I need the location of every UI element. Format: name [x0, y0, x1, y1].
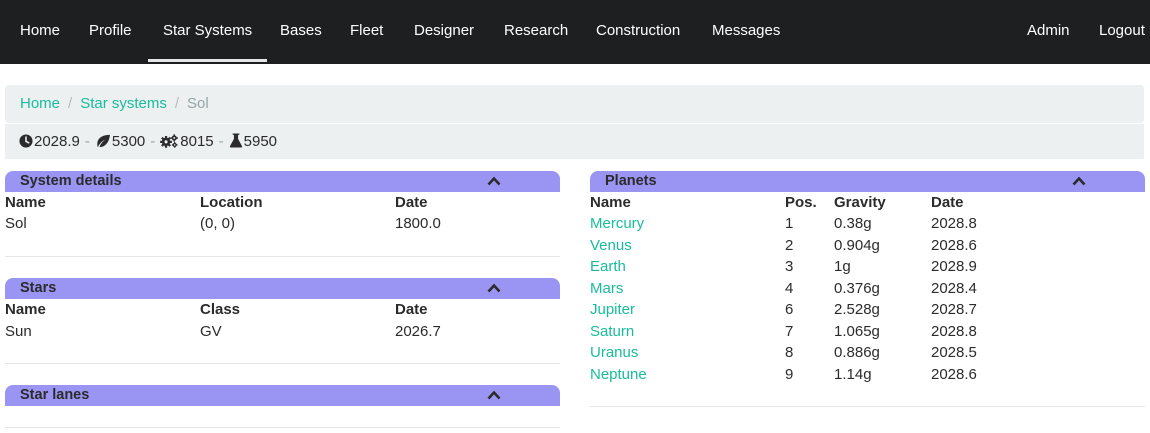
planet-gravity: 0.38g [834, 215, 872, 232]
column-header: Pos. [785, 194, 817, 211]
nav-home[interactable]: Home [20, 0, 60, 62]
planet-date: 2028.7 [931, 301, 977, 318]
planet-position: 1 [785, 215, 794, 232]
research-value: 5950 [243, 133, 278, 150]
column-header: Date [931, 194, 964, 211]
column-header: Name [5, 194, 46, 211]
column-header: Date [395, 301, 428, 318]
planet-gravity: 1.065g [834, 322, 880, 340]
planet-name-link[interactable]: Uranus [590, 344, 638, 361]
flask-icon [229, 133, 242, 148]
planet-position: 2 [785, 236, 794, 254]
divider [5, 363, 560, 364]
clock-icon [19, 134, 33, 148]
panel-title: System details [20, 173, 122, 189]
planet-name-link[interactable]: Earth [590, 258, 626, 275]
planet-position: 9 [785, 365, 794, 383]
breadcrumb-separator: / [68, 95, 73, 112]
system-details-header[interactable]: System details [5, 171, 560, 192]
planet-gravity: 0.904g [834, 236, 880, 254]
planet-name-link[interactable]: Mercury [590, 215, 644, 232]
planet-name-link[interactable]: Mars [590, 280, 623, 297]
planet-position: 3 [785, 258, 794, 275]
breadcrumb-separator: / [174, 95, 180, 112]
stars-header[interactable]: Stars [5, 278, 560, 299]
nav-research[interactable]: Research [504, 0, 568, 62]
top-navbar: Home Profile Star Systems Bases Fleet De… [0, 0, 1150, 64]
planets-header[interactable]: Planets [590, 171, 1145, 192]
gears-icon [160, 134, 179, 148]
divider [5, 256, 560, 257]
chevron-up-icon[interactable] [1072, 175, 1086, 187]
column-header: Date [395, 194, 428, 211]
planet-gravity: 1.14g [834, 365, 872, 383]
chevron-up-icon[interactable] [487, 389, 501, 401]
panel-title: Planets [605, 173, 657, 189]
planet-position: 6 [785, 301, 794, 318]
star-lanes-header[interactable]: Star lanes [5, 385, 560, 406]
planet-date: 2028.8 [931, 322, 977, 340]
nav-bases[interactable]: Bases [280, 0, 322, 62]
planet-date: 2028.9 [931, 258, 977, 275]
leaf-icon [97, 134, 110, 148]
breadcrumb-star-systems[interactable]: Star systems [80, 95, 167, 112]
planet-date: 2028.8 [931, 215, 977, 232]
star-class: GV [200, 323, 222, 340]
nav-logout[interactable]: Logout [1099, 0, 1145, 62]
planet-position: 8 [785, 344, 794, 361]
planet-gravity: 2.528g [834, 301, 880, 318]
panel-title: Star lanes [20, 387, 90, 403]
system-location: (0, 0) [200, 215, 236, 232]
game-date: 2028.9 [34, 133, 80, 150]
star-name: Sun [5, 323, 32, 340]
planet-date: 2028.4 [931, 279, 977, 297]
breadcrumb-current: Sol [187, 95, 209, 112]
breadcrumb-home[interactable]: Home [20, 95, 60, 112]
column-header: Name [5, 301, 46, 318]
planet-gravity: 0.886g [834, 344, 880, 361]
nav-star-systems[interactable]: Star Systems [147, 0, 268, 62]
nav-designer[interactable]: Designer [414, 0, 474, 62]
star-date: 2026.7 [395, 323, 441, 340]
food-value: 5300 [111, 133, 146, 150]
system-date: 1800.0 [395, 215, 441, 232]
planet-name-link[interactable]: Jupiter [590, 301, 635, 318]
nav-construction[interactable]: Construction [596, 0, 680, 62]
planet-name-link[interactable]: Neptune [590, 366, 647, 383]
chevron-up-icon[interactable] [487, 175, 501, 187]
info-separator: - [84, 133, 90, 150]
column-header: Location [200, 194, 263, 211]
nav-messages[interactable]: Messages [712, 0, 780, 62]
planet-position: 7 [785, 322, 794, 340]
divider [590, 406, 1145, 407]
column-header: Gravity [834, 194, 886, 211]
breadcrumb: Home / Star systems / Sol [5, 85, 1144, 123]
planet-name-link[interactable]: Venus [590, 237, 632, 254]
column-header: Class [200, 301, 241, 318]
divider [5, 427, 560, 428]
planet-position: 4 [785, 279, 794, 297]
planet-gravity: 0.376g [834, 279, 880, 297]
planet-date: 2028.5 [931, 344, 977, 361]
nav-profile[interactable]: Profile [89, 0, 132, 62]
planet-gravity: 1g [834, 258, 851, 275]
panel-title: Stars [20, 280, 57, 296]
status-bar: 2028.9-5300-8015-5950 [5, 124, 1144, 159]
planet-name-link[interactable]: Saturn [590, 323, 634, 340]
industry-value: 8015 [180, 133, 214, 150]
chevron-up-icon[interactable] [487, 282, 501, 294]
info-separator: - [218, 133, 224, 150]
nav-admin[interactable]: Admin [1027, 0, 1070, 62]
nav-fleet[interactable]: Fleet [350, 0, 383, 62]
planet-date: 2028.6 [931, 365, 977, 383]
system-name: Sol [5, 215, 27, 232]
column-header: Name [590, 194, 631, 211]
planet-date: 2028.6 [931, 236, 977, 254]
info-separator: - [150, 133, 156, 150]
